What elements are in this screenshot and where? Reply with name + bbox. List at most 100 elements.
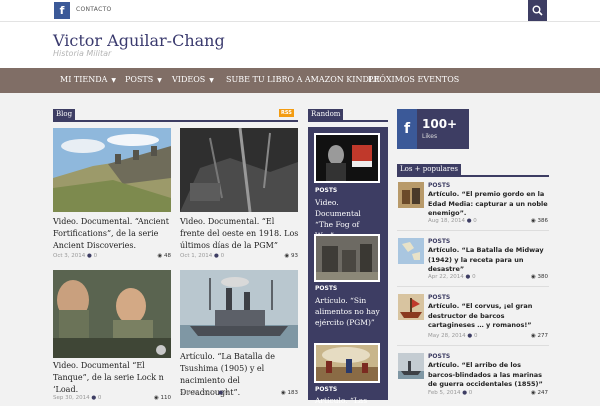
popular-thumbnail[interactable]	[398, 353, 424, 379]
post-meta: Feb 5, 2014 ● 0 ◉ 247	[428, 390, 548, 396]
popular-post-title[interactable]: Artículo. “La Batalla de Midway (1942) y…	[428, 246, 550, 275]
eye-icon: ◉	[280, 390, 286, 396]
post-meta: Sep 28, 2014 ● 0 ◉ 183	[180, 390, 298, 396]
section-label-popular: Los + populares	[397, 164, 461, 175]
post-thumbnail[interactable]	[53, 128, 171, 212]
wwi-food-image	[316, 236, 378, 280]
section-divider	[397, 175, 549, 177]
tank-image	[53, 270, 171, 358]
random-post-title[interactable]: Artículo. “Las	[315, 395, 381, 406]
category-label[interactable]: POSTS	[428, 238, 450, 245]
battleship-image	[180, 270, 298, 348]
rss-badge[interactable]: RSS	[279, 109, 294, 117]
divider	[397, 286, 549, 287]
views-count: ◉ 48	[157, 253, 171, 259]
eye-icon: ◉	[530, 218, 536, 224]
category-label[interactable]: POSTS	[428, 294, 450, 301]
facebook-icon[interactable]: f	[54, 2, 70, 19]
trench-image	[180, 128, 298, 212]
midway-map-image	[398, 238, 424, 264]
eye-icon: ◉	[530, 333, 536, 339]
post-thumbnail[interactable]	[180, 128, 298, 212]
nav-item-tienda[interactable]: MI TIENDA ▼	[60, 75, 116, 84]
search-button[interactable]	[528, 0, 547, 21]
post-meta: Sep 30, 2014 ● 0 ◉ 110	[53, 395, 171, 401]
fortification-image	[53, 128, 171, 212]
post-meta: Oct 1, 2014 ● 0 ◉ 93	[180, 253, 298, 259]
views-count: ◉ 277	[530, 333, 548, 339]
post-meta: May 28, 2014 ● 0 ◉ 277	[428, 333, 548, 339]
popular-post-title[interactable]: Artículo. “El premio gordo en la Edad Me…	[428, 190, 550, 219]
fog-of-war-image	[316, 135, 378, 181]
popular-thumbnail[interactable]	[398, 238, 424, 264]
comment-icon: ●	[91, 395, 97, 401]
chevron-down-icon: ▼	[111, 77, 117, 84]
site-tagline: Historia Militar	[53, 49, 112, 58]
top-bar: f CONTACTO	[0, 0, 600, 22]
post-meta: Aug 18, 2014 ● 0 ◉ 386	[428, 218, 548, 224]
eye-icon: ◉	[530, 274, 536, 280]
popular-post-title[interactable]: Artículo. “El arribo de los barcos-blind…	[428, 361, 550, 390]
category-label[interactable]: POSTS	[315, 386, 337, 393]
post-meta: Apr 22, 2014 ● 0 ◉ 380	[428, 274, 548, 280]
random-thumbnail[interactable]	[314, 343, 380, 383]
corvus-image	[398, 294, 424, 320]
divider	[397, 345, 549, 346]
medieval-image	[398, 182, 424, 208]
likes-label: Likes	[422, 133, 438, 140]
comment-icon: ●	[462, 390, 468, 396]
divider	[397, 230, 549, 231]
comment-icon: ●	[218, 390, 224, 396]
section-divider	[308, 120, 388, 122]
views-count: ◉ 183	[280, 390, 298, 396]
random-post-title[interactable]: Artículo. “Sin alimentos no hay ejército…	[315, 295, 381, 328]
random-thumbnail[interactable]	[314, 133, 380, 183]
nav-item-posts[interactable]: POSTS ▼	[125, 75, 162, 84]
eye-icon: ◉	[530, 390, 536, 396]
post-thumbnail[interactable]	[53, 270, 171, 358]
eye-icon: ◉	[157, 253, 163, 259]
chevron-down-icon: ▼	[209, 77, 214, 84]
battle-painting-image	[316, 345, 378, 381]
nav-item-kindle[interactable]: SUBE TU LIBRO A AMAZON KINDLE	[226, 75, 380, 84]
section-label-random: Random	[308, 109, 344, 120]
ironclad-image	[398, 353, 424, 379]
views-count: ◉ 247	[530, 390, 548, 396]
comment-icon: ●	[466, 218, 472, 224]
search-icon	[532, 5, 543, 16]
section-divider	[53, 120, 298, 122]
views-count: ◉ 110	[153, 395, 171, 401]
popular-post-title[interactable]: Artículo. “El corvus, ¡el gran destructo…	[428, 302, 550, 331]
post-meta: Oct 3, 2014 ● 0 ◉ 48	[53, 253, 171, 259]
main-nav: MI TIENDA ▼ POSTS ▼ VIDEOS ▼ SUBE TU LIBRO …	[0, 68, 600, 93]
popular-thumbnail[interactable]	[398, 294, 424, 320]
contact-link[interactable]: CONTACTO	[76, 6, 112, 13]
random-thumbnail[interactable]	[314, 234, 380, 282]
section-label-blog: Blog	[53, 109, 76, 120]
nav-item-videos[interactable]: VIDEOS ▼	[172, 75, 214, 84]
category-label[interactable]: POSTS	[315, 187, 337, 194]
views-count: ◉ 380	[530, 274, 548, 280]
views-count: ◉ 386	[530, 218, 548, 224]
eye-icon: ◉	[153, 395, 159, 401]
category-label[interactable]: POSTS	[428, 353, 450, 360]
post-title[interactable]: Video. Documental. “Ancient Fortificatio…	[53, 216, 173, 252]
facebook-icon: f	[397, 109, 417, 149]
category-label[interactable]: POSTS	[315, 285, 337, 292]
comment-icon: ●	[467, 333, 473, 339]
comment-icon: ●	[465, 274, 471, 280]
site-title[interactable]: Victor Aguilar-Chang	[53, 31, 225, 50]
post-thumbnail[interactable]	[180, 270, 298, 348]
views-count: ◉ 93	[284, 253, 298, 259]
post-title[interactable]: Video. Documental “El Tanque”, de la ser…	[53, 360, 173, 396]
comment-icon: ●	[87, 253, 92, 259]
post-title[interactable]: Video. Documental. “El frente del oeste …	[180, 216, 300, 252]
likes-count: 100+	[422, 117, 458, 131]
category-label[interactable]: POSTS	[428, 182, 450, 189]
nav-item-eventos[interactable]: PRÓXIMOS EVENTOS	[368, 75, 459, 84]
popular-thumbnail[interactable]	[398, 182, 424, 208]
facebook-likes-box[interactable]: f 100+ Likes	[397, 109, 469, 149]
eye-icon: ◉	[284, 253, 290, 259]
chevron-down-icon: ▼	[157, 77, 162, 84]
comment-icon: ●	[214, 253, 219, 259]
